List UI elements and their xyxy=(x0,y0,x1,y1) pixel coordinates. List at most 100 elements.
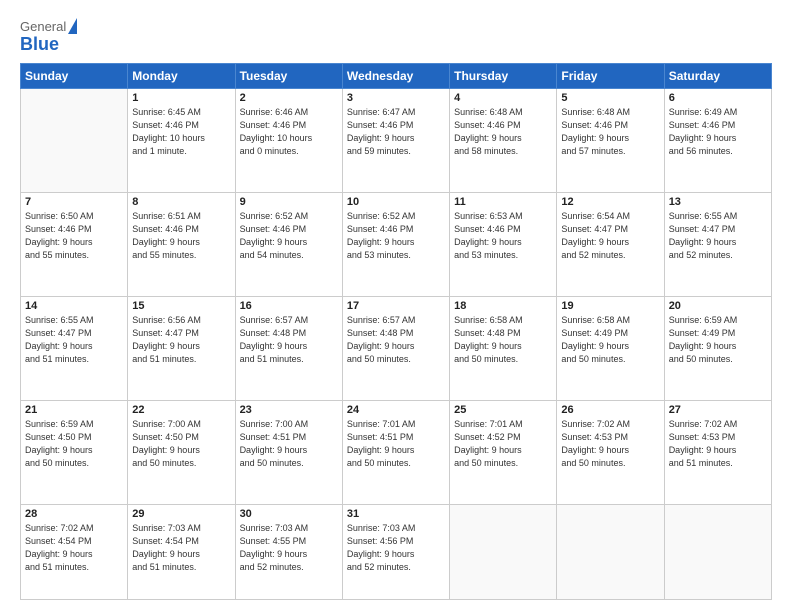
calendar-cell: 26 Sunrise: 7:02 AM Sunset: 4:53 PM Dayli… xyxy=(557,400,664,504)
calendar-cell: 3 Sunrise: 6:47 AM Sunset: 4:46 PM Daylig… xyxy=(342,89,449,193)
calendar-cell: 18 Sunrise: 6:58 AM Sunset: 4:48 PM Dayli… xyxy=(450,296,557,400)
day-number: 10 xyxy=(347,196,445,208)
day-number: 29 xyxy=(132,508,230,520)
day-info: Sunrise: 7:02 AM Sunset: 4:53 PM Dayligh… xyxy=(669,418,767,470)
day-info: Sunrise: 7:01 AM Sunset: 4:52 PM Dayligh… xyxy=(454,418,552,470)
calendar-cell: 30Sunrise: 7:03 AM Sunset: 4:55 PM Dayli… xyxy=(235,504,342,599)
day-info: Sunrise: 6:54 AM Sunset: 4:47 PM Dayligh… xyxy=(561,210,659,262)
calendar-cell xyxy=(450,504,557,599)
header: General Blue xyxy=(20,18,772,53)
calendar-cell: 8Sunrise: 6:51 AM Sunset: 4:46 PM Daylig… xyxy=(128,192,235,296)
page: General Blue SundayMondayTuesdayWednesda… xyxy=(0,0,792,612)
calendar-cell: 29 Sunrise: 7:03 AM Sunset: 4:54 PM Dayli… xyxy=(128,504,235,599)
day-info: Sunrise: 6:49 AM Sunset: 4:46 PM Dayligh… xyxy=(669,106,767,158)
day-number: 15 xyxy=(132,300,230,312)
day-number: 17 xyxy=(347,300,445,312)
calendar-cell: 20Sunrise: 6:59 AM Sunset: 4:49 PM Dayli… xyxy=(664,296,771,400)
col-header-wednesday: Wednesday xyxy=(342,64,449,89)
calendar-cell: 25 Sunrise: 7:01 AM Sunset: 4:52 PM Dayli… xyxy=(450,400,557,504)
day-number: 6 xyxy=(669,92,767,104)
calendar-cell: 7 Sunrise: 6:50 AM Sunset: 4:46 PM Daylig… xyxy=(21,192,128,296)
day-info: Sunrise: 7:02 AM Sunset: 4:53 PM Dayligh… xyxy=(561,418,659,470)
logo-blue: Blue xyxy=(20,35,77,53)
calendar-cell: 13Sunrise: 6:55 AM Sunset: 4:47 PM Dayli… xyxy=(664,192,771,296)
calendar-cell: 9Sunrise: 6:52 AM Sunset: 4:46 PM Daylig… xyxy=(235,192,342,296)
day-number: 7 xyxy=(25,196,123,208)
day-info: Sunrise: 6:58 AM Sunset: 4:48 PM Dayligh… xyxy=(454,314,552,366)
calendar-cell: 24 Sunrise: 7:01 AM Sunset: 4:51 PM Dayli… xyxy=(342,400,449,504)
day-info: Sunrise: 6:57 AM Sunset: 4:48 PM Dayligh… xyxy=(240,314,338,366)
day-info: Sunrise: 6:55 AM Sunset: 4:47 PM Dayligh… xyxy=(669,210,767,262)
calendar-cell: 6 Sunrise: 6:49 AM Sunset: 4:46 PM Daylig… xyxy=(664,89,771,193)
day-number: 9 xyxy=(240,196,338,208)
day-number: 20 xyxy=(669,300,767,312)
calendar-cell: 2 Sunrise: 6:46 AM Sunset: 4:46 PM Daylig… xyxy=(235,89,342,193)
day-number: 26 xyxy=(561,404,659,416)
calendar-cell: 19Sunrise: 6:58 AM Sunset: 4:49 PM Dayli… xyxy=(557,296,664,400)
day-info: Sunrise: 6:52 AM Sunset: 4:46 PM Dayligh… xyxy=(347,210,445,262)
calendar-cell: 17 Sunrise: 6:57 AM Sunset: 4:48 PM Dayli… xyxy=(342,296,449,400)
col-header-sunday: Sunday xyxy=(21,64,128,89)
day-number: 3 xyxy=(347,92,445,104)
calendar-cell: 21Sunrise: 6:59 AM Sunset: 4:50 PM Dayli… xyxy=(21,400,128,504)
day-info: Sunrise: 7:00 AM Sunset: 4:51 PM Dayligh… xyxy=(240,418,338,470)
day-number: 16 xyxy=(240,300,338,312)
day-number: 24 xyxy=(347,404,445,416)
logo-triangle xyxy=(68,18,77,34)
calendar-cell: 10 Sunrise: 6:52 AM Sunset: 4:46 PM Dayli… xyxy=(342,192,449,296)
day-number: 12 xyxy=(561,196,659,208)
day-info: Sunrise: 7:03 AM Sunset: 4:56 PM Dayligh… xyxy=(347,522,445,574)
col-header-saturday: Saturday xyxy=(664,64,771,89)
calendar-week-row: 1 Sunrise: 6:45 AM Sunset: 4:46 PM Daylig… xyxy=(21,89,772,193)
calendar-cell: 31 Sunrise: 7:03 AM Sunset: 4:56 PM Dayli… xyxy=(342,504,449,599)
day-number: 5 xyxy=(561,92,659,104)
day-info: Sunrise: 7:01 AM Sunset: 4:51 PM Dayligh… xyxy=(347,418,445,470)
day-info: Sunrise: 6:55 AM Sunset: 4:47 PM Dayligh… xyxy=(25,314,123,366)
calendar-cell: 5 Sunrise: 6:48 AM Sunset: 4:46 PM Daylig… xyxy=(557,89,664,193)
day-number: 28 xyxy=(25,508,123,520)
day-number: 25 xyxy=(454,404,552,416)
calendar-cell: 12 Sunrise: 6:54 AM Sunset: 4:47 PM Dayli… xyxy=(557,192,664,296)
day-info: Sunrise: 6:57 AM Sunset: 4:48 PM Dayligh… xyxy=(347,314,445,366)
day-info: Sunrise: 6:56 AM Sunset: 4:47 PM Dayligh… xyxy=(132,314,230,366)
logo-general: General xyxy=(20,19,66,35)
day-info: Sunrise: 6:58 AM Sunset: 4:49 PM Dayligh… xyxy=(561,314,659,366)
col-header-thursday: Thursday xyxy=(450,64,557,89)
day-info: Sunrise: 6:53 AM Sunset: 4:46 PM Dayligh… xyxy=(454,210,552,262)
logo: General Blue xyxy=(20,18,77,53)
day-number: 18 xyxy=(454,300,552,312)
calendar-header-row: SundayMondayTuesdayWednesdayThursdayFrid… xyxy=(21,64,772,89)
col-header-friday: Friday xyxy=(557,64,664,89)
calendar-table: SundayMondayTuesdayWednesdayThursdayFrid… xyxy=(20,63,772,600)
calendar-cell xyxy=(664,504,771,599)
calendar-cell: 16 Sunrise: 6:57 AM Sunset: 4:48 PM Dayli… xyxy=(235,296,342,400)
col-header-tuesday: Tuesday xyxy=(235,64,342,89)
calendar-week-row: 21Sunrise: 6:59 AM Sunset: 4:50 PM Dayli… xyxy=(21,400,772,504)
day-number: 31 xyxy=(347,508,445,520)
day-info: Sunrise: 6:45 AM Sunset: 4:46 PM Dayligh… xyxy=(132,106,230,158)
calendar-cell xyxy=(557,504,664,599)
calendar-cell: 28 Sunrise: 7:02 AM Sunset: 4:54 PM Dayli… xyxy=(21,504,128,599)
day-info: Sunrise: 6:50 AM Sunset: 4:46 PM Dayligh… xyxy=(25,210,123,262)
calendar-cell: 15 Sunrise: 6:56 AM Sunset: 4:47 PM Dayli… xyxy=(128,296,235,400)
day-number: 1 xyxy=(132,92,230,104)
day-number: 11 xyxy=(454,196,552,208)
day-info: Sunrise: 7:02 AM Sunset: 4:54 PM Dayligh… xyxy=(25,522,123,574)
calendar-week-row: 14Sunrise: 6:55 AM Sunset: 4:47 PM Dayli… xyxy=(21,296,772,400)
day-info: Sunrise: 6:48 AM Sunset: 4:46 PM Dayligh… xyxy=(561,106,659,158)
day-info: Sunrise: 6:47 AM Sunset: 4:46 PM Dayligh… xyxy=(347,106,445,158)
calendar-cell: 11 Sunrise: 6:53 AM Sunset: 4:46 PM Dayli… xyxy=(450,192,557,296)
day-number: 4 xyxy=(454,92,552,104)
day-number: 27 xyxy=(669,404,767,416)
day-number: 21 xyxy=(25,404,123,416)
day-info: Sunrise: 7:03 AM Sunset: 4:54 PM Dayligh… xyxy=(132,522,230,574)
calendar-cell: 1 Sunrise: 6:45 AM Sunset: 4:46 PM Daylig… xyxy=(128,89,235,193)
day-info: Sunrise: 7:00 AM Sunset: 4:50 PM Dayligh… xyxy=(132,418,230,470)
calendar-cell: 27 Sunrise: 7:02 AM Sunset: 4:53 PM Dayli… xyxy=(664,400,771,504)
day-info: Sunrise: 6:46 AM Sunset: 4:46 PM Dayligh… xyxy=(240,106,338,158)
day-number: 23 xyxy=(240,404,338,416)
calendar-cell xyxy=(21,89,128,193)
day-number: 2 xyxy=(240,92,338,104)
calendar-cell: 14Sunrise: 6:55 AM Sunset: 4:47 PM Dayli… xyxy=(21,296,128,400)
col-header-monday: Monday xyxy=(128,64,235,89)
